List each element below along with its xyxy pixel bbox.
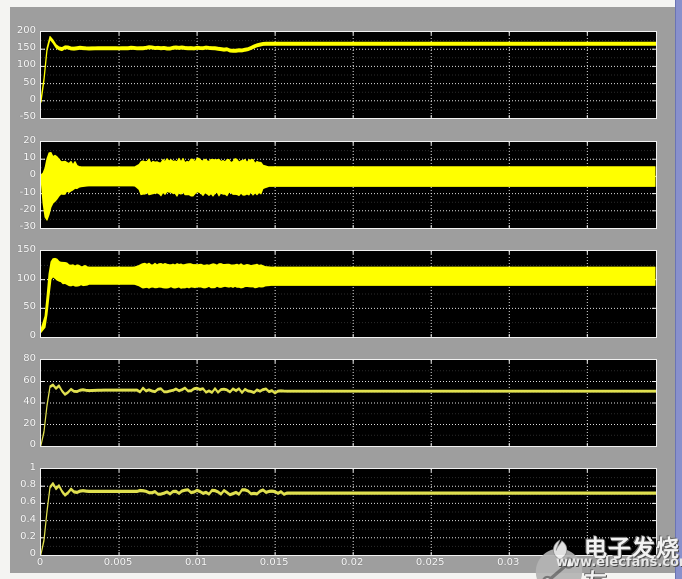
y-tick-label: 0.2	[7, 531, 36, 542]
y-tick-label: -50	[7, 111, 36, 122]
scope-plot-3	[40, 250, 657, 338]
signal-trace-4	[41, 384, 656, 446]
scope-plot-1	[40, 31, 657, 119]
y-tick-label: 10	[7, 152, 36, 163]
y-tick-label: -10	[7, 187, 36, 198]
scope-window: 200150100500-5020100-10-20-3015010050080…	[0, 0, 682, 579]
scope-plot-5-canvas	[41, 469, 656, 555]
y-tick-label: 0.8	[7, 479, 36, 490]
signal-trace-2	[41, 153, 655, 221]
scope-plot-5	[40, 468, 657, 556]
y-tick-label: 100	[7, 273, 36, 284]
y-tick-label: 0	[7, 94, 36, 105]
scope-plot-2	[40, 141, 657, 229]
y-tick-label: 150	[7, 42, 36, 53]
x-tick-label: 0.005	[104, 557, 133, 568]
scope-plot-4-canvas	[41, 360, 656, 446]
scope-plot-3-canvas	[41, 251, 656, 337]
y-tick-label: 50	[7, 301, 36, 312]
y-tick-label: 0.4	[7, 514, 36, 525]
y-tick-label: 0	[7, 548, 36, 559]
x-tick-label: 0.015	[260, 557, 289, 568]
y-tick-label: 0.6	[7, 496, 36, 507]
scope-plot-1-canvas	[41, 32, 656, 118]
y-tick-label: 50	[7, 77, 36, 88]
y-tick-label: 150	[7, 244, 36, 255]
x-tick-label: 0.03	[497, 557, 519, 568]
scope-plot-2-canvas	[41, 142, 656, 228]
y-tick-label: 60	[7, 375, 36, 386]
y-tick-label: 0	[7, 330, 36, 341]
y-tick-label: 20	[7, 135, 36, 146]
grid-lines	[41, 360, 656, 446]
y-tick-label: 0	[7, 169, 36, 180]
signal-trace-5	[41, 483, 656, 555]
scope-plot-4	[40, 359, 657, 447]
x-tick-label: 0.025	[416, 557, 445, 568]
y-tick-label: 200	[7, 25, 36, 36]
y-tick-label: 40	[7, 396, 36, 407]
signal-trace-3	[41, 258, 655, 332]
y-tick-label: 80	[7, 353, 36, 364]
x-tick-label: 0	[37, 557, 43, 568]
x-tick-label: 0.01	[185, 557, 207, 568]
y-tick-label: 100	[7, 59, 36, 70]
scrollbar-right[interactable]	[675, 0, 682, 579]
x-tick-label: 0.02	[341, 557, 363, 568]
y-tick-label: 20	[7, 418, 36, 429]
y-tick-label: 1	[7, 462, 36, 473]
grid-lines	[41, 469, 656, 555]
y-tick-label: 0	[7, 439, 36, 450]
y-tick-label: -20	[7, 204, 36, 215]
grid-lines	[41, 251, 656, 337]
y-tick-label: -30	[7, 221, 36, 232]
